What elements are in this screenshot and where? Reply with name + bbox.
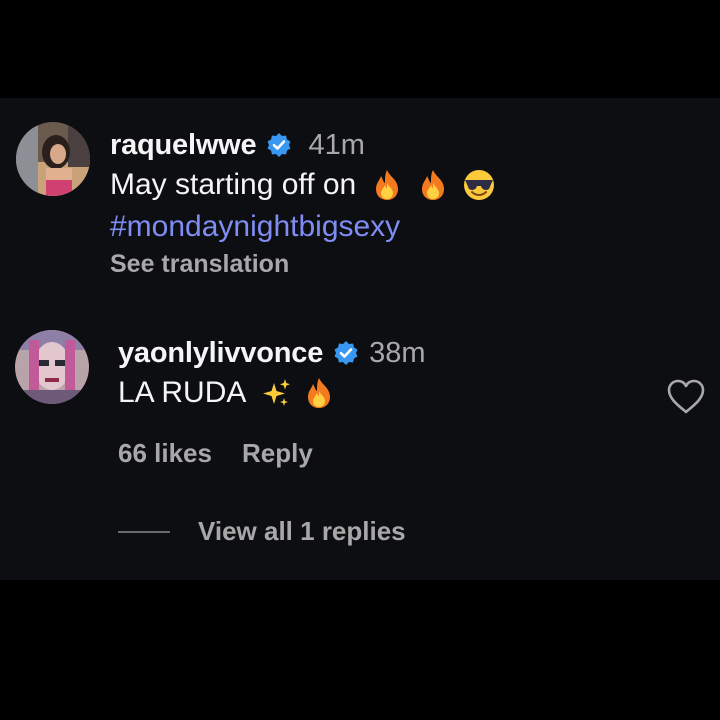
timestamp: 41m (308, 128, 365, 161)
comment-text-row: LA RUDA (118, 372, 426, 414)
comments-panel: raquelwwe 41m May starting off on #monda… (0, 98, 720, 580)
reply-button[interactable]: Reply (242, 438, 313, 469)
see-translation-link[interactable]: See translation (110, 250, 496, 279)
verified-badge-icon (266, 132, 292, 158)
fire-emoji-icon (304, 377, 334, 409)
replies-divider (118, 530, 170, 533)
comment-actions: 66 likes Reply (118, 438, 313, 469)
avatar[interactable] (15, 330, 89, 404)
likes-count[interactable]: 66 likes (118, 438, 212, 469)
comment-text: May starting off on (110, 168, 357, 201)
hashtag-link[interactable]: #mondaynightbigsexy (110, 206, 496, 248)
sparkles-emoji-icon (260, 377, 292, 409)
view-replies-label: View all 1 replies (198, 516, 406, 546)
timestamp: 38m (369, 336, 426, 369)
fire-emoji-icon (418, 169, 448, 201)
avatar[interactable] (16, 122, 90, 196)
comment-text-row: May starting off on (110, 164, 496, 206)
heart-outline-icon[interactable] (666, 378, 706, 416)
fire-emoji-icon (372, 169, 402, 201)
username[interactable]: yaonlylivvonce (118, 337, 323, 370)
username[interactable]: raquelwwe (110, 129, 257, 162)
verified-badge-icon (333, 340, 359, 366)
sunglasses-emoji-icon (462, 169, 496, 201)
view-replies-button[interactable]: View all 1 replies (118, 516, 406, 547)
comment-text: LA RUDA (118, 376, 247, 409)
